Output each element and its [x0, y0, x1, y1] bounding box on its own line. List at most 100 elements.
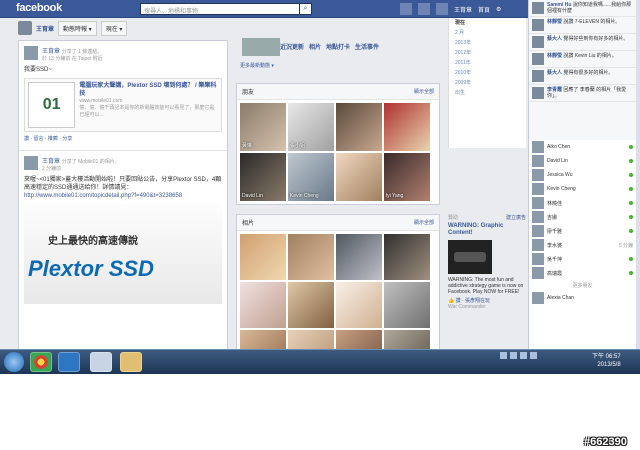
tray-icon[interactable]: [500, 352, 507, 359]
image-id-watermark: #662390: [584, 436, 627, 448]
photo-thumbnail[interactable]: [242, 38, 280, 56]
network-icon[interactable]: [520, 352, 527, 359]
chat-contact[interactable]: 林曉佳: [529, 196, 636, 210]
chat-contact[interactable]: 吉娜: [529, 210, 636, 224]
settings-icon[interactable]: ⚙: [496, 6, 501, 13]
tab-photos[interactable]: 相片: [309, 42, 321, 51]
friend-tile[interactable]: lyi Yang: [384, 153, 430, 201]
chat-contact[interactable]: Aiko Chen: [529, 140, 636, 154]
friend-requests-icon[interactable]: [400, 3, 412, 15]
paint-app-icon[interactable]: [120, 352, 142, 372]
friend-tile[interactable]: [336, 103, 382, 151]
chat-contact[interactable]: Alexia Chan: [529, 291, 636, 305]
ticker-item[interactable]: 林靜瑩 說讚 7-ELEVEN 的相片。: [529, 17, 636, 34]
friend-name[interactable]: lyi Yang: [386, 193, 403, 199]
post-image[interactable]: 史上最快的高速傳說 Plextor SSD: [24, 204, 222, 304]
activity-timeline-button[interactable]: 動態時報 ▾: [58, 20, 97, 36]
post-meta[interactable]: 於 13 分鐘前 在 Taipei 附近: [42, 55, 103, 62]
photos-title[interactable]: 相片: [242, 218, 254, 227]
internet-explorer-icon[interactable]: [58, 352, 80, 372]
home-link[interactable]: 首頁: [478, 5, 490, 14]
photo-tile[interactable]: [384, 234, 430, 280]
photo-tile[interactable]: [240, 282, 286, 328]
ticker-name[interactable]: 林靜瑩: [547, 19, 562, 25]
ticker-item[interactable]: Sammi Hu 說你知道我嗎......我給你那個裡有什麼: [529, 0, 636, 17]
friend-name[interactable]: David Lin: [242, 193, 263, 199]
ticker-item[interactable]: 林靜瑩 說讚 Kevin Liu 的相片。: [529, 51, 636, 68]
messages-icon[interactable]: [418, 3, 430, 15]
timeline-year[interactable]: 2011年: [449, 58, 526, 68]
profile-name[interactable]: 王育章: [36, 24, 54, 33]
chat-contact[interactable]: Kevin Cheng: [529, 182, 636, 196]
photo-tile[interactable]: [288, 282, 334, 328]
post-meta[interactable]: 2 分鐘前: [42, 165, 120, 172]
ad-like[interactable]: 👍 讚 · 張彥翔在玩: [448, 297, 526, 304]
photos-show-all[interactable]: 顯示全部: [414, 219, 434, 226]
photo-tile[interactable]: [336, 282, 382, 328]
tab-life-event[interactable]: 生活事件: [355, 42, 379, 51]
tab-places[interactable]: 地點打卡: [326, 42, 350, 51]
link-title[interactable]: 電腦玩家大聲講，Plextor SSD 壞到何處？ / 樂樂科技: [79, 82, 218, 98]
timeline-year[interactable]: 2012年: [449, 48, 526, 58]
chat-contact[interactable]: 吳千萍: [529, 252, 636, 266]
create-ad-link[interactable]: 建立廣告: [506, 214, 526, 221]
friends-title[interactable]: 朋友: [242, 87, 254, 96]
chat-contact[interactable]: David Lin: [529, 154, 636, 168]
ticker-item[interactable]: 李青霞 回應了 李春蘭 的相片「我愛你」。: [529, 85, 636, 102]
timeline-month[interactable]: 2 月: [449, 28, 526, 38]
ticker-item[interactable]: 蔡大人 覺得有很多好的相片。: [529, 68, 636, 85]
timeline-born[interactable]: 出生: [449, 88, 526, 98]
tab-status[interactable]: 近況更新: [280, 42, 304, 51]
now-button[interactable]: 現在 ▾: [100, 20, 128, 36]
chrome-icon[interactable]: [30, 352, 52, 372]
chat-contact[interactable]: Jessica Wu: [529, 168, 636, 182]
ticker-text: 說讚 7-ELEVEN 的相片。: [563, 19, 621, 25]
ticker-item[interactable]: 蔡大人 覺得好些到你有好多的相片。: [529, 34, 636, 51]
friend-tile[interactable]: Kevin Cheng: [288, 153, 334, 201]
ad-title[interactable]: WARNING: Graphic Content!: [448, 223, 526, 237]
post-body: 來喔~<01獨家>蓋大樓活動開始啦！只要回貼公告，分享Plextor SSD，4…: [24, 177, 222, 191]
friend-tile[interactable]: David Lin: [240, 153, 286, 201]
document-app-icon[interactable]: [90, 352, 112, 372]
more-recent-activity-link[interactable]: 更多最新動態 ▾: [240, 62, 274, 69]
photo-tile[interactable]: [336, 234, 382, 280]
notifications-icon[interactable]: [436, 3, 448, 15]
search-input[interactable]: 搜尋人、地標和事物: [140, 3, 300, 15]
top-user-name[interactable]: 王育章: [454, 5, 472, 14]
chat-contact[interactable]: 李水婆 5 分鐘: [529, 238, 636, 252]
post-link[interactable]: http://www.mobile01.com/topicdetail.php?…: [24, 193, 182, 199]
friend-name[interactable]: 張小姐: [290, 142, 305, 149]
taskbar-clock[interactable]: 下午 06:57 2013/5/8: [592, 353, 621, 369]
friend-name[interactable]: Kevin Cheng: [290, 193, 319, 199]
photo-tile[interactable]: [240, 234, 286, 280]
friend-tile[interactable]: 張小姐: [288, 103, 334, 151]
photo-tile[interactable]: [384, 282, 430, 328]
friend-name[interactable]: 黃琳: [242, 142, 252, 149]
facebook-logo[interactable]: facebook: [16, 2, 62, 14]
timeline-year[interactable]: 2009年: [449, 78, 526, 88]
chat-contact[interactable]: 廖千雅: [529, 224, 636, 238]
ticker-name[interactable]: 蔡大人: [547, 70, 562, 76]
avatar[interactable]: [18, 21, 32, 35]
start-button[interactable]: [4, 352, 24, 372]
volume-icon[interactable]: [530, 352, 537, 359]
scrollbar[interactable]: [636, 0, 640, 350]
post-actions[interactable]: 讚 · 留言 · 推薦 · 分享: [24, 132, 222, 145]
friend-tile[interactable]: [384, 103, 430, 151]
tray-icon[interactable]: [510, 352, 517, 359]
link-preview-card[interactable]: 01 電腦玩家大聲講，Plextor SSD 壞到何處？ / 樂樂科技 www.…: [24, 78, 222, 132]
friend-tile[interactable]: [336, 153, 382, 201]
friends-show-all[interactable]: 顯示全部: [414, 88, 434, 95]
search-icon[interactable]: ⌕: [300, 3, 312, 15]
post-avatar[interactable]: [24, 46, 38, 60]
photo-tile[interactable]: [288, 234, 334, 280]
post-avatar[interactable]: [24, 156, 38, 170]
ticker-name[interactable]: 林靜瑩: [547, 53, 562, 59]
friend-tile[interactable]: 黃琳: [240, 103, 286, 151]
timeline-now[interactable]: 現在: [449, 18, 526, 28]
ticker-name[interactable]: 蔡大人: [547, 36, 562, 42]
chat-contact[interactable]: 高瑞霞: [529, 266, 636, 280]
timeline-year[interactable]: 2010年: [449, 68, 526, 78]
ad-image[interactable]: [448, 240, 492, 274]
timeline-year[interactable]: 2013年: [449, 38, 526, 48]
